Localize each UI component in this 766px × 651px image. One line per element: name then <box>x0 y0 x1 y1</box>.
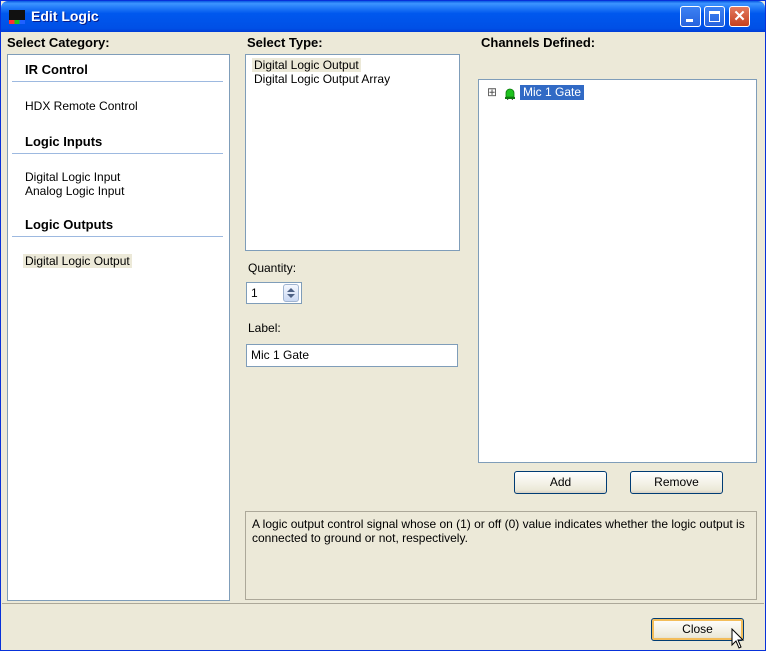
minimize-icon <box>686 19 693 22</box>
quantity-value: 1 <box>251 286 258 300</box>
label-field-label: Label: <box>248 321 281 335</box>
title-bar[interactable]: Edit Logic ✕ <box>1 1 765 32</box>
spin-arrows-icon[interactable] <box>283 284 299 302</box>
label-input[interactable]: Mic 1 Gate <box>246 344 458 367</box>
close-window-button[interactable]: ✕ <box>729 6 750 27</box>
tree-node-label: Mic 1 Gate <box>520 85 585 100</box>
edit-logic-window: Edit Logic ✕ Select Category: IR Control… <box>0 0 766 651</box>
select-category-heading: Select Category: <box>7 35 110 50</box>
category-item-digital-logic-output[interactable]: Digital Logic Output <box>23 254 132 268</box>
group-divider <box>12 81 223 82</box>
window-title: Edit Logic <box>31 8 99 24</box>
type-item-digital-logic-output-array[interactable]: Digital Logic Output Array <box>254 72 390 86</box>
group-divider <box>12 236 223 237</box>
mouse-pointer-icon <box>731 628 745 649</box>
category-group-ir-control: IR Control <box>25 62 88 77</box>
category-group-logic-inputs: Logic Inputs <box>25 134 103 149</box>
type-list[interactable]: Digital Logic Output Digital Logic Outpu… <box>245 54 460 251</box>
channels-defined-heading: Channels Defined: <box>481 35 596 50</box>
add-button[interactable]: Add <box>514 471 607 494</box>
type-item-digital-logic-output[interactable]: Digital Logic Output <box>252 58 361 72</box>
remove-button[interactable]: Remove <box>630 471 723 494</box>
expand-plus-icon[interactable]: ⊞ <box>487 85 497 99</box>
select-type-heading: Select Type: <box>247 35 323 50</box>
close-icon: ✕ <box>733 8 746 25</box>
tree-node-mic-1-gate[interactable]: ⊞ Mic 1 Gate <box>487 85 747 101</box>
maximize-button[interactable] <box>704 6 725 27</box>
green-led-icon <box>505 88 515 100</box>
footer-bar <box>2 604 764 650</box>
quantity-label: Quantity: <box>248 261 297 275</box>
category-list[interactable]: IR Control HDX Remote Control Logic Inpu… <box>7 54 230 601</box>
category-item-hdx-remote-control[interactable]: HDX Remote Control <box>25 99 138 113</box>
category-item-digital-logic-input[interactable]: Digital Logic Input <box>25 170 120 184</box>
quantity-stepper[interactable]: 1 <box>246 282 302 304</box>
channels-tree[interactable]: ⊞ Mic 1 Gate <box>478 79 757 463</box>
maximize-icon <box>709 11 720 22</box>
updown-arrows-icon <box>287 288 295 298</box>
category-item-analog-logic-input[interactable]: Analog Logic Input <box>25 184 124 198</box>
app-icon <box>9 10 25 24</box>
description-box: A logic output control signal whose on (… <box>245 511 757 600</box>
group-divider <box>12 153 223 154</box>
category-group-logic-outputs: Logic Outputs <box>25 217 114 232</box>
minimize-button[interactable] <box>680 6 701 27</box>
